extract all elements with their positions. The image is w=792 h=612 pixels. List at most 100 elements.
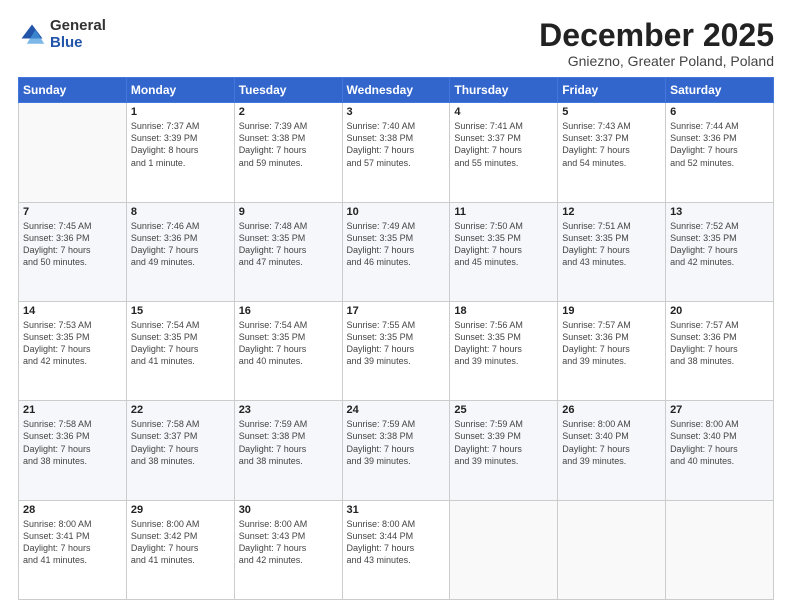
day-info: Sunrise: 8:00 AMSunset: 3:44 PMDaylight:… xyxy=(347,518,446,567)
day-number: 24 xyxy=(347,404,446,416)
calendar-cell: 11 Sunrise: 7:50 AMSunset: 3:35 PMDayligh… xyxy=(450,202,558,301)
calendar-cell: 25 Sunrise: 7:59 AMSunset: 3:39 PMDayligh… xyxy=(450,401,558,500)
day-info: Sunrise: 8:00 AMSunset: 3:43 PMDaylight:… xyxy=(239,518,338,567)
day-info: Sunrise: 7:59 AMSunset: 3:39 PMDaylight:… xyxy=(454,418,553,467)
day-info: Sunrise: 8:00 AMSunset: 3:42 PMDaylight:… xyxy=(131,518,230,567)
calendar-cell: 3Sunrise: 7:40 AMSunset: 3:38 PMDaylight… xyxy=(342,103,450,202)
day-number: 3 xyxy=(347,106,446,118)
calendar-cell: 24 Sunrise: 7:59 AMSunset: 3:38 PMDayligh… xyxy=(342,401,450,500)
day-info: Sunrise: 7:58 AMSunset: 3:36 PMDaylight:… xyxy=(23,418,122,467)
weekday-header: Wednesday xyxy=(342,78,450,103)
day-number: 27 xyxy=(670,404,769,416)
day-number: 29 xyxy=(131,504,230,516)
day-number: 14 xyxy=(23,305,122,317)
calendar-cell: 12Sunrise: 7:51 AMSunset: 3:35 PMDayligh… xyxy=(558,202,666,301)
day-number: 8 xyxy=(131,206,230,218)
calendar-cell xyxy=(19,103,127,202)
day-number: 25 xyxy=(454,404,553,416)
weekday-header-row: SundayMondayTuesdayWednesdayThursdayFrid… xyxy=(19,78,774,103)
weekday-header: Saturday xyxy=(666,78,774,103)
calendar-cell: 1 Sunrise: 7:37 AMSunset: 3:39 PMDaylight… xyxy=(126,103,234,202)
header: General Blue December 2025 Gniezno, Grea… xyxy=(18,18,774,69)
day-info: Sunrise: 7:50 AMSunset: 3:35 PMDaylight:… xyxy=(454,220,553,269)
calendar-cell: 8 Sunrise: 7:46 AMSunset: 3:36 PMDaylight… xyxy=(126,202,234,301)
calendar-week-row: 21Sunrise: 7:58 AMSunset: 3:36 PMDayligh… xyxy=(19,401,774,500)
calendar-table: SundayMondayTuesdayWednesdayThursdayFrid… xyxy=(18,77,774,600)
calendar-cell xyxy=(558,500,666,599)
calendar-cell: 13 Sunrise: 7:52 AMSunset: 3:35 PMDayligh… xyxy=(666,202,774,301)
day-info: Sunrise: 7:58 AMSunset: 3:37 PMDaylight:… xyxy=(131,418,230,467)
calendar-cell: 14 Sunrise: 7:53 AMSunset: 3:35 PMDayligh… xyxy=(19,301,127,400)
calendar-cell: 5 Sunrise: 7:43 AMSunset: 3:37 PMDaylight… xyxy=(558,103,666,202)
day-number: 28 xyxy=(23,504,122,516)
calendar-cell xyxy=(666,500,774,599)
day-number: 2 xyxy=(239,106,338,118)
calendar-cell: 6 Sunrise: 7:44 AMSunset: 3:36 PMDaylight… xyxy=(666,103,774,202)
calendar-cell: 7Sunrise: 7:45 AMSunset: 3:36 PMDaylight… xyxy=(19,202,127,301)
day-number: 30 xyxy=(239,504,338,516)
logo-text: General Blue xyxy=(50,18,106,51)
day-number: 13 xyxy=(670,206,769,218)
day-info: Sunrise: 7:54 AMSunset: 3:35 PMDaylight:… xyxy=(131,319,230,368)
day-number: 22 xyxy=(131,404,230,416)
day-info: Sunrise: 8:00 AMSunset: 3:41 PMDaylight:… xyxy=(23,518,122,567)
calendar-cell: 30 Sunrise: 8:00 AMSunset: 3:43 PMDayligh… xyxy=(234,500,342,599)
day-info: Sunrise: 7:44 AMSunset: 3:36 PMDaylight:… xyxy=(670,120,769,169)
day-info: Sunrise: 7:39 AMSunset: 3:38 PMDaylight:… xyxy=(239,120,338,169)
day-info: Sunrise: 7:48 AMSunset: 3:35 PMDaylight:… xyxy=(239,220,338,269)
day-number: 11 xyxy=(454,206,553,218)
logo-icon xyxy=(18,21,46,49)
day-number: 23 xyxy=(239,404,338,416)
weekday-header: Friday xyxy=(558,78,666,103)
calendar-cell: 9Sunrise: 7:48 AMSunset: 3:35 PMDaylight… xyxy=(234,202,342,301)
day-info: Sunrise: 7:49 AMSunset: 3:35 PMDaylight:… xyxy=(347,220,446,269)
day-number: 5 xyxy=(562,106,661,118)
weekday-header: Sunday xyxy=(19,78,127,103)
logo-general: General xyxy=(50,17,106,34)
day-number: 17 xyxy=(347,305,446,317)
day-number: 26 xyxy=(562,404,661,416)
calendar-cell: 22 Sunrise: 7:58 AMSunset: 3:37 PMDayligh… xyxy=(126,401,234,500)
calendar-cell: 29 Sunrise: 8:00 AMSunset: 3:42 PMDayligh… xyxy=(126,500,234,599)
page: General Blue December 2025 Gniezno, Grea… xyxy=(0,0,792,612)
day-number: 31 xyxy=(347,504,446,516)
calendar-cell: 20Sunrise: 7:57 AMSunset: 3:36 PMDayligh… xyxy=(666,301,774,400)
calendar-cell xyxy=(450,500,558,599)
day-number: 18 xyxy=(454,305,553,317)
day-info: Sunrise: 7:56 AMSunset: 3:35 PMDaylight:… xyxy=(454,319,553,368)
subtitle: Gniezno, Greater Poland, Poland xyxy=(539,53,774,69)
day-number: 12 xyxy=(562,206,661,218)
day-info: Sunrise: 7:55 AMSunset: 3:35 PMDaylight:… xyxy=(347,319,446,368)
day-info: Sunrise: 7:59 AMSunset: 3:38 PMDaylight:… xyxy=(347,418,446,467)
main-title: December 2025 xyxy=(539,18,774,53)
day-info: Sunrise: 7:37 AMSunset: 3:39 PMDaylight:… xyxy=(131,120,230,169)
day-info: Sunrise: 7:59 AMSunset: 3:38 PMDaylight:… xyxy=(239,418,338,467)
calendar-cell: 10 Sunrise: 7:49 AMSunset: 3:35 PMDayligh… xyxy=(342,202,450,301)
day-info: Sunrise: 7:45 AMSunset: 3:36 PMDaylight:… xyxy=(23,220,122,269)
day-number: 20 xyxy=(670,305,769,317)
calendar-cell: 16Sunrise: 7:54 AMSunset: 3:35 PMDayligh… xyxy=(234,301,342,400)
calendar-cell: 4Sunrise: 7:41 AMSunset: 3:37 PMDaylight… xyxy=(450,103,558,202)
calendar-cell: 27Sunrise: 8:00 AMSunset: 3:40 PMDayligh… xyxy=(666,401,774,500)
day-number: 10 xyxy=(347,206,446,218)
calendar-cell: 18 Sunrise: 7:56 AMSunset: 3:35 PMDayligh… xyxy=(450,301,558,400)
day-info: Sunrise: 7:53 AMSunset: 3:35 PMDaylight:… xyxy=(23,319,122,368)
calendar-cell: 26Sunrise: 8:00 AMSunset: 3:40 PMDayligh… xyxy=(558,401,666,500)
title-block: December 2025 Gniezno, Greater Poland, P… xyxy=(539,18,774,69)
day-info: Sunrise: 7:52 AMSunset: 3:35 PMDaylight:… xyxy=(670,220,769,269)
calendar-cell: 17 Sunrise: 7:55 AMSunset: 3:35 PMDayligh… xyxy=(342,301,450,400)
calendar-week-row: 7Sunrise: 7:45 AMSunset: 3:36 PMDaylight… xyxy=(19,202,774,301)
day-number: 1 xyxy=(131,106,230,118)
day-number: 4 xyxy=(454,106,553,118)
day-number: 19 xyxy=(562,305,661,317)
calendar-cell: 21Sunrise: 7:58 AMSunset: 3:36 PMDayligh… xyxy=(19,401,127,500)
calendar-cell: 2 Sunrise: 7:39 AMSunset: 3:38 PMDaylight… xyxy=(234,103,342,202)
calendar-week-row: 14 Sunrise: 7:53 AMSunset: 3:35 PMDayligh… xyxy=(19,301,774,400)
day-number: 6 xyxy=(670,106,769,118)
day-number: 16 xyxy=(239,305,338,317)
day-info: Sunrise: 7:46 AMSunset: 3:36 PMDaylight:… xyxy=(131,220,230,269)
calendar-cell: 23 Sunrise: 7:59 AMSunset: 3:38 PMDayligh… xyxy=(234,401,342,500)
calendar-cell: 19 Sunrise: 7:57 AMSunset: 3:36 PMDayligh… xyxy=(558,301,666,400)
day-info: Sunrise: 7:43 AMSunset: 3:37 PMDaylight:… xyxy=(562,120,661,169)
day-info: Sunrise: 7:57 AMSunset: 3:36 PMDaylight:… xyxy=(562,319,661,368)
